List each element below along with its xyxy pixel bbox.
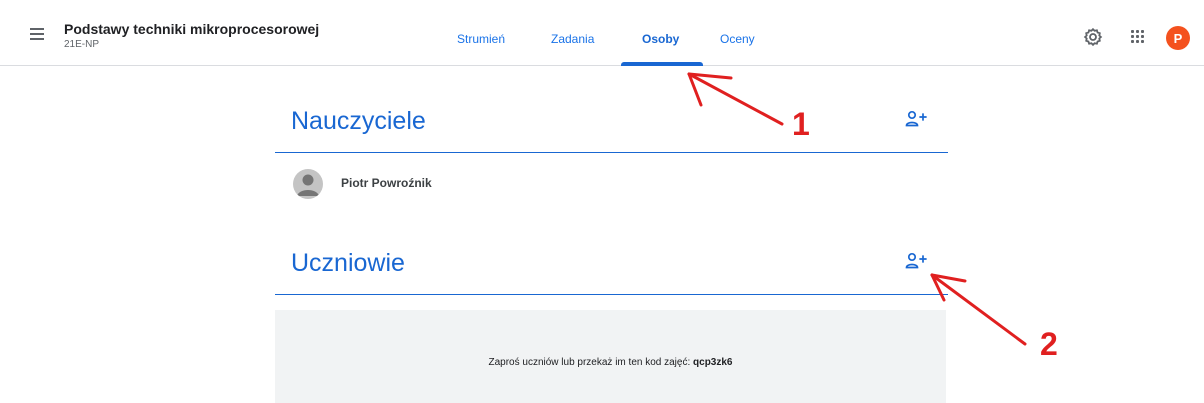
students-divider	[275, 294, 948, 295]
add-student-icon[interactable]	[905, 252, 927, 270]
settings-icon[interactable]	[1083, 27, 1103, 47]
class-section: 21E-NP	[64, 39, 100, 50]
annotation-number-2: 2	[1040, 326, 1058, 362]
class-title[interactable]: Podstawy techniki mikroprocesorowej	[64, 21, 319, 37]
teacher-name: Piotr Powroźnik	[341, 176, 432, 190]
default-avatar-icon	[293, 169, 323, 199]
tab-grades[interactable]: Oceny	[720, 32, 755, 46]
teacher-row[interactable]: Piotr Powroźnik	[275, 165, 948, 203]
add-teacher-icon[interactable]	[905, 110, 927, 128]
tab-people[interactable]: Osoby	[642, 32, 679, 46]
teachers-divider	[275, 152, 948, 153]
students-heading: Uczniowie	[291, 249, 405, 277]
apps-icon[interactable]	[1130, 29, 1146, 45]
account-avatar[interactable]: P	[1166, 26, 1190, 50]
top-app-bar: Podstawy techniki mikroprocesorowej 21E-…	[0, 0, 1204, 66]
tab-stream[interactable]: Strumień	[457, 32, 505, 46]
active-tab-indicator	[621, 62, 703, 66]
invite-message: Zaproś uczniów lub przekaż im ten kod za…	[275, 357, 946, 368]
class-code: qcp3zk6	[693, 357, 733, 368]
invite-panel: Zaproś uczniów lub przekaż im ten kod za…	[275, 310, 946, 403]
tab-classwork[interactable]: Zadania	[551, 32, 594, 46]
annotation-number-1: 1	[792, 106, 810, 142]
teachers-heading: Nauczyciele	[291, 107, 426, 135]
menu-icon[interactable]	[26, 23, 50, 47]
invite-text: Zaproś uczniów lub przekaż im ten kod za…	[488, 357, 691, 368]
